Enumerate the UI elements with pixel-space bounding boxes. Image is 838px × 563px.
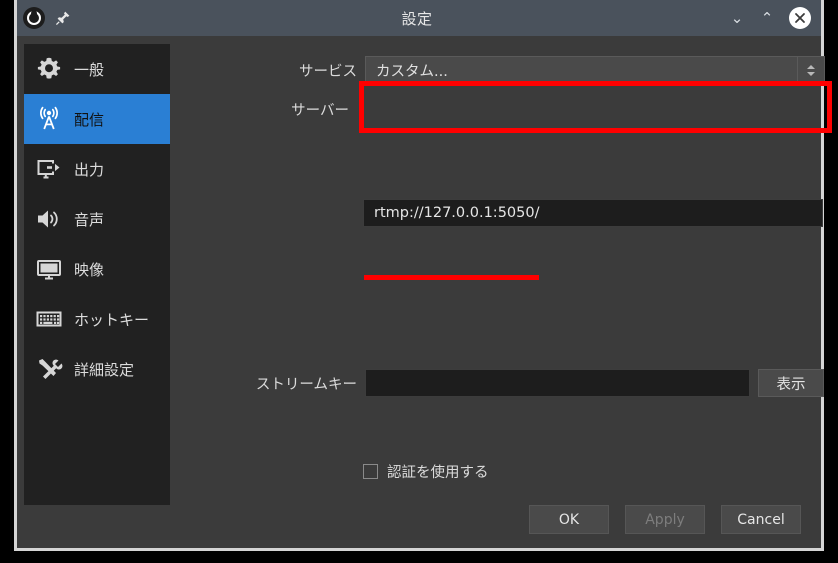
use-authentication-checkbox[interactable] xyxy=(363,464,378,479)
window-title: 設定 xyxy=(401,9,433,28)
close-icon[interactable] xyxy=(789,7,811,29)
sidebar-item-label: ホットキー xyxy=(74,310,150,329)
sidebar-item-label: 詳細設定 xyxy=(74,360,135,379)
sidebar-item-label: 一般 xyxy=(74,60,105,79)
sidebar-item-audio[interactable]: 音声 xyxy=(24,194,170,244)
cancel-button[interactable]: Cancel xyxy=(721,505,801,534)
service-row: サービス カスタム... xyxy=(177,56,837,84)
keyboard-icon xyxy=(34,304,64,334)
sidebar-item-advanced[interactable]: 詳細設定 xyxy=(24,344,170,394)
sidebar-item-label: 出力 xyxy=(74,160,105,179)
speaker-icon xyxy=(34,204,64,234)
dialog-footer: OK Apply Cancel xyxy=(529,505,801,534)
sidebar-item-label: 映像 xyxy=(74,260,105,279)
obs-logo-icon xyxy=(23,7,45,29)
broadcast-icon xyxy=(34,104,64,134)
sidebar-item-output[interactable]: 出力 xyxy=(24,144,170,194)
sidebar-item-stream[interactable]: 配信 xyxy=(24,94,170,144)
server-input[interactable]: rtmp://127.0.0.1:5050/ xyxy=(363,199,823,227)
title-bar: 設定 ⌄ ⌃ xyxy=(17,0,821,36)
updown-chevron-icon[interactable] xyxy=(797,57,824,83)
ok-button[interactable]: OK xyxy=(529,505,609,534)
title-bar-left-icons xyxy=(17,7,143,29)
monitor-icon xyxy=(34,254,64,284)
server-label: サーバー xyxy=(291,103,349,119)
sidebar-item-hotkeys[interactable]: ホットキー xyxy=(24,294,170,344)
apply-button[interactable]: Apply xyxy=(625,505,705,534)
use-authentication-label: 認証を使用する xyxy=(387,465,489,481)
tools-icon xyxy=(34,354,64,384)
maximize-button[interactable]: ⌃ xyxy=(759,10,775,26)
stream-settings-panel: サービス カスタム... サーバー rtmp://127.0.0.1:5050/… xyxy=(177,36,825,548)
gear-icon xyxy=(34,54,64,84)
dialog-body: 一般 配信 出力 音声 映像 ホットキー 詳細設定 サービス カスタム... サ… xyxy=(17,36,832,548)
output-icon xyxy=(34,154,64,184)
service-dropdown[interactable]: カスタム... xyxy=(365,56,825,84)
sidebar-item-general[interactable]: 一般 xyxy=(24,44,170,94)
pin-icon[interactable] xyxy=(55,10,71,26)
window-controls: ⌄ ⌃ xyxy=(691,7,821,29)
sidebar-item-label: 音声 xyxy=(74,210,105,229)
stream-key-row: ストリームキー 表示 xyxy=(177,369,824,397)
stream-key-label: ストリームキー xyxy=(255,376,357,393)
server-label-row: サーバー xyxy=(177,99,357,120)
minimize-button[interactable]: ⌄ xyxy=(729,10,745,26)
service-selected-value: カスタム... xyxy=(376,63,448,80)
show-stream-key-button[interactable]: 表示 xyxy=(758,369,824,397)
settings-sidebar: 一般 配信 出力 音声 映像 ホットキー 詳細設定 xyxy=(24,44,170,505)
sidebar-item-video[interactable]: 映像 xyxy=(24,244,170,294)
use-authentication-row[interactable]: 認証を使用する xyxy=(363,461,489,482)
server-input-row: rtmp://127.0.0.1:5050/ xyxy=(363,199,823,227)
stream-key-input[interactable] xyxy=(365,369,750,397)
settings-dialog: 設定 ⌄ ⌃ 一般 配信 出力 音声 映像 ホットキー 詳細設定 サービス カス… xyxy=(14,0,832,551)
service-label: サービス xyxy=(299,63,357,80)
sidebar-item-label: 配信 xyxy=(74,110,105,129)
